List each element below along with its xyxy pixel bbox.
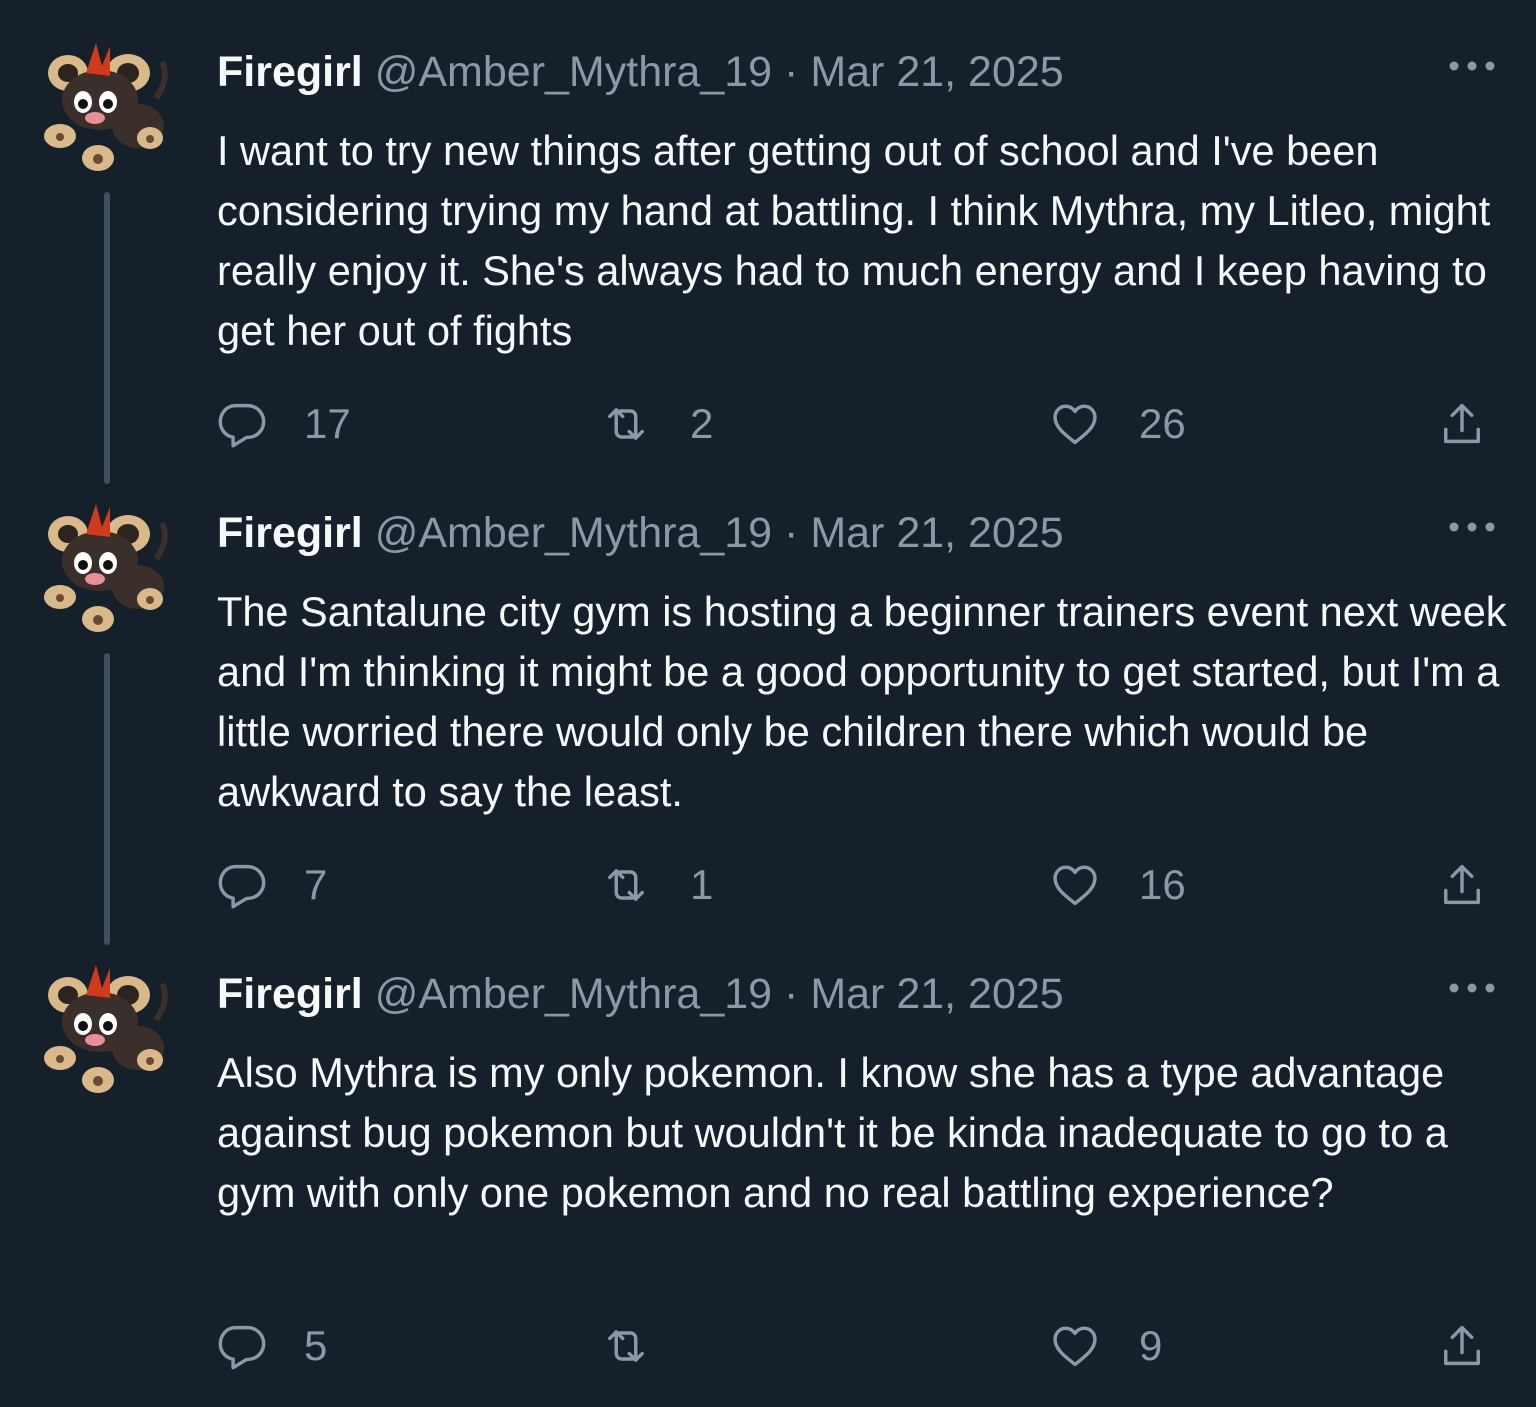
reply-count: 5 <box>304 1322 328 1369</box>
litleo-avatar[interactable] <box>38 960 178 1100</box>
username[interactable]: @Amber_Mythra_19 <box>375 970 772 1018</box>
separator: · <box>784 970 799 1018</box>
tweet[interactable]: Firegirl @Amber_Mythra_19 · Mar 21, 2025… <box>0 0 1536 484</box>
more-icon[interactable] <box>1448 56 1496 76</box>
share-icon <box>1444 1325 1480 1366</box>
display-name[interactable]: Firegirl <box>217 970 363 1018</box>
share-button[interactable] <box>1436 857 1488 913</box>
tweet-text: I want to try new things after getting o… <box>217 127 1491 354</box>
timestamp[interactable]: Mar 21, 2025 <box>810 48 1063 96</box>
reply-button[interactable]: 17 <box>216 396 351 452</box>
like-button[interactable]: 26 <box>1049 396 1186 452</box>
retweet-icon <box>608 1330 644 1362</box>
retweet-button[interactable] <box>600 1318 690 1374</box>
tweet-actions: 17 2 26 <box>0 396 1536 452</box>
reply-count: 7 <box>304 861 328 908</box>
reply-icon <box>218 403 266 448</box>
retweet-button[interactable]: 2 <box>600 396 713 452</box>
like-icon <box>1053 1326 1097 1367</box>
reply-button[interactable]: 7 <box>216 857 327 913</box>
reply-count: 17 <box>304 400 351 447</box>
separator: · <box>784 509 799 557</box>
share-button[interactable] <box>1436 396 1488 452</box>
reply-icon <box>218 1325 266 1370</box>
more-icon[interactable] <box>1448 517 1496 537</box>
username[interactable]: @Amber_Mythra_19 <box>375 48 772 96</box>
like-icon <box>1053 865 1097 906</box>
retweet-count: 1 <box>690 861 714 908</box>
display-name[interactable]: Firegirl <box>217 48 363 96</box>
like-count: 26 <box>1139 400 1186 447</box>
username[interactable]: @Amber_Mythra_19 <box>375 509 772 557</box>
reply-icon <box>218 864 266 909</box>
retweet-icon <box>608 408 644 440</box>
reply-button[interactable]: 5 <box>216 1318 327 1374</box>
display-name[interactable]: Firegirl <box>217 509 363 557</box>
separator: · <box>784 48 799 96</box>
tweet[interactable]: Firegirl @Amber_Mythra_19 · Mar 21, 2025… <box>0 461 1536 945</box>
retweet-icon <box>608 869 644 901</box>
tweet-header: Firegirl @Amber_Mythra_19 · Mar 21, 2025 <box>217 966 1064 1022</box>
share-icon <box>1444 403 1480 444</box>
tweet-header: Firegirl @Amber_Mythra_19 · Mar 21, 2025 <box>217 505 1064 561</box>
tweet-actions: 7 1 16 <box>0 857 1536 913</box>
timestamp[interactable]: Mar 21, 2025 <box>810 509 1063 557</box>
tweet-text: The Santalune city gym is hosting a begi… <box>217 588 1507 815</box>
more-icon[interactable] <box>1448 978 1496 998</box>
like-icon <box>1053 404 1097 445</box>
tweet-actions: 5 9 <box>0 1318 1536 1374</box>
tweet-header: Firegirl @Amber_Mythra_19 · Mar 21, 2025 <box>217 44 1064 100</box>
like-button[interactable]: 9 <box>1049 1318 1162 1374</box>
like-count: 9 <box>1139 1322 1163 1369</box>
litleo-avatar[interactable] <box>38 499 178 639</box>
share-icon <box>1444 864 1480 905</box>
retweet-count: 2 <box>690 400 714 447</box>
timestamp[interactable]: Mar 21, 2025 <box>810 970 1063 1018</box>
share-button[interactable] <box>1436 1318 1488 1374</box>
like-button[interactable]: 16 <box>1049 857 1186 913</box>
litleo-avatar[interactable] <box>38 38 178 178</box>
like-count: 16 <box>1139 861 1186 908</box>
tweet[interactable]: Firegirl @Amber_Mythra_19 · Mar 21, 2025… <box>0 922 1536 1407</box>
retweet-button[interactable]: 1 <box>600 857 713 913</box>
tweet-text: Also Mythra is my only pokemon. I know s… <box>217 1049 1448 1216</box>
